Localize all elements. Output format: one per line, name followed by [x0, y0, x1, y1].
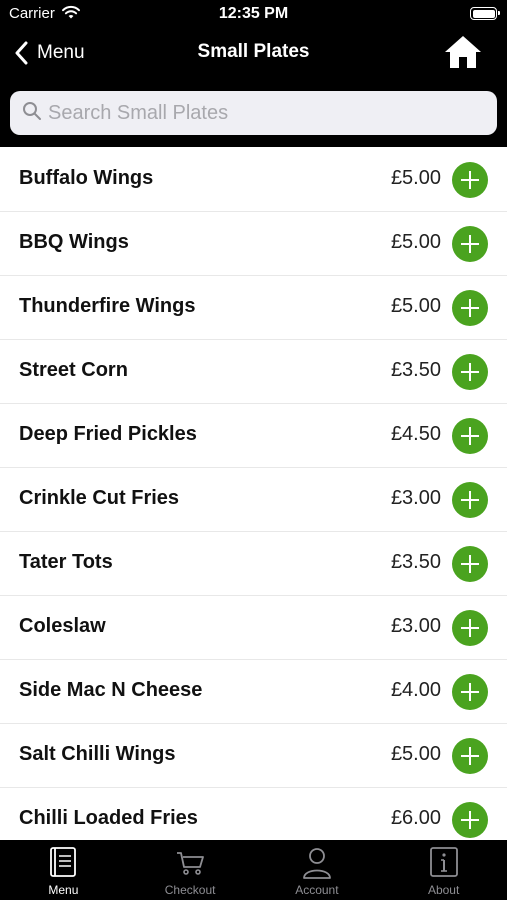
item-name: Street Corn — [19, 359, 128, 381]
item-price: £3.50 — [390, 551, 441, 573]
item-name: Deep Fried Pickles — [19, 423, 197, 445]
page-title: Small Plates — [197, 41, 310, 62]
list-item[interactable]: Buffalo Wings £5.00 — [0, 148, 507, 212]
add-item-button[interactable] — [452, 226, 488, 262]
tab-about[interactable]: About — [380, 840, 507, 900]
item-name: Thunderfire Wings — [19, 295, 196, 317]
tab-label: Menu — [48, 883, 79, 897]
item-name: Tater Tots — [19, 551, 113, 573]
menu-item-list: Buffalo Wings £5.00 BBQ Wings £5.00 Thunderf… — [0, 148, 507, 840]
home-button[interactable] — [443, 34, 483, 70]
status-bar: Carrier 12:35 PM — [0, 0, 507, 28]
add-item-button[interactable] — [452, 610, 488, 646]
item-price: £5.00 — [390, 743, 441, 765]
item-price: £5.00 — [390, 231, 441, 253]
home-icon — [443, 36, 483, 74]
status-time: 12:35 PM — [218, 5, 289, 22]
search-icon — [10, 101, 42, 126]
list-item[interactable]: BBQ Wings £5.00 — [0, 212, 507, 276]
list-item[interactable]: Coleslaw £3.00 — [0, 596, 507, 660]
add-item-button[interactable] — [452, 482, 488, 518]
item-name: Salt Chilli Wings — [19, 743, 176, 765]
tab-bar: Menu Checkout Account About — [0, 840, 507, 900]
tab-label: About — [427, 883, 460, 897]
item-name: Coleslaw — [19, 615, 106, 637]
tab-menu[interactable]: Menu — [0, 840, 127, 900]
list-item[interactable]: Salt Chilli Wings £5.00 — [0, 724, 507, 788]
item-price: £5.00 — [390, 167, 441, 189]
item-price: £3.00 — [390, 615, 441, 637]
add-item-button[interactable] — [452, 674, 488, 710]
search-input[interactable] — [48, 101, 468, 125]
item-price: £5.00 — [390, 295, 441, 317]
add-item-button[interactable] — [452, 418, 488, 454]
add-item-button[interactable] — [452, 290, 488, 326]
list-item[interactable]: Street Corn £3.50 — [0, 340, 507, 404]
list-item[interactable]: Tater Tots £3.50 — [0, 532, 507, 596]
item-name: Crinkle Cut Fries — [19, 487, 180, 509]
list-item[interactable]: Side Mac N Cheese £4.00 — [0, 660, 507, 724]
add-item-button[interactable] — [452, 162, 488, 198]
search-bar[interactable] — [10, 91, 497, 135]
tab-checkout[interactable]: Checkout — [127, 840, 254, 900]
header: Carrier 12:35 PM Menu Small Plates — [0, 0, 507, 147]
list-item[interactable]: Crinkle Cut Fries £3.00 — [0, 468, 507, 532]
list-item[interactable]: Deep Fried Pickles £4.50 — [0, 404, 507, 468]
add-item-button[interactable] — [452, 546, 488, 582]
item-price: £6.00 — [390, 807, 441, 829]
add-item-button[interactable] — [452, 802, 488, 838]
battery-icon — [470, 7, 500, 20]
tab-label: Checkout — [164, 883, 216, 897]
item-name: Side Mac N Cheese — [19, 679, 203, 701]
navigation-bar: Menu Small Plates — [0, 28, 507, 80]
tab-label: Account — [295, 883, 339, 897]
item-name: Buffalo Wings — [19, 167, 154, 189]
tab-account[interactable]: Account — [254, 840, 381, 900]
item-name: Chilli Loaded Fries — [19, 807, 198, 829]
add-item-button[interactable] — [452, 738, 488, 774]
item-name: BBQ Wings — [19, 231, 129, 253]
item-price: £4.00 — [390, 679, 441, 701]
item-price: £3.50 — [390, 359, 441, 381]
item-price: £4.50 — [390, 423, 441, 445]
item-price: £3.00 — [390, 487, 441, 509]
add-item-button[interactable] — [452, 354, 488, 390]
list-item[interactable]: Thunderfire Wings £5.00 — [0, 276, 507, 340]
list-item[interactable]: Chilli Loaded Fries £6.00 — [0, 788, 507, 840]
